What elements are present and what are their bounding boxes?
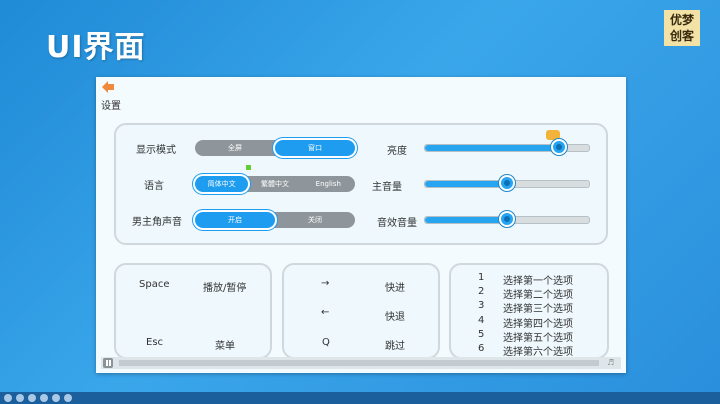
pointer-icon[interactable] xyxy=(40,394,48,402)
settings-label: 设置 xyxy=(101,101,121,112)
mouse-cursor xyxy=(246,165,251,170)
choice-num-6: 6 xyxy=(478,343,485,354)
logo-line-1: 优梦 xyxy=(669,13,694,27)
choice-text-6: 选择第六个选项 xyxy=(503,347,573,358)
keys-panel-left xyxy=(114,263,272,359)
video-progress-track[interactable] xyxy=(119,360,599,366)
male-voice-toggle[interactable]: 开启 关闭 xyxy=(195,212,355,228)
language-traditional[interactable]: 繁體中文 xyxy=(248,176,301,192)
sfx-volume-knob[interactable] xyxy=(499,211,515,227)
volume-icon[interactable]: ♬ xyxy=(607,358,617,368)
key-left: ← xyxy=(321,307,330,318)
language-simplified[interactable]: 简体中文 xyxy=(195,176,249,192)
pen-icon[interactable] xyxy=(28,394,36,402)
slide-title: UI界面 xyxy=(46,30,146,65)
key-right-action: 快进 xyxy=(385,283,405,294)
choice-num-4: 4 xyxy=(478,315,485,326)
sfx-volume-label: 音效音量 xyxy=(377,218,417,229)
zoom-icon[interactable] xyxy=(64,394,72,402)
language-label: 语言 xyxy=(144,181,164,192)
display-mode-fullscreen[interactable]: 全屏 xyxy=(195,140,275,156)
brightness-fill xyxy=(425,145,560,151)
logo: 优梦 创客 xyxy=(664,10,700,46)
male-voice-on[interactable]: 开启 xyxy=(195,212,275,228)
presentation-toolbar xyxy=(0,392,720,404)
sfx-volume-fill xyxy=(425,217,507,223)
male-voice-label: 男主角声音 xyxy=(132,217,182,228)
choice-num-2: 2 xyxy=(478,286,485,297)
choice-text-5: 选择第五个选项 xyxy=(503,333,573,344)
key-right: → xyxy=(321,278,330,289)
keys-panel-middle xyxy=(282,263,440,359)
key-q-action: 跳过 xyxy=(385,341,405,352)
key-esc: Esc xyxy=(146,337,164,348)
key-space: Space xyxy=(139,279,170,290)
pause-icon[interactable] xyxy=(103,358,113,368)
back-arrow-icon[interactable] xyxy=(101,80,115,94)
prev-slide-icon[interactable] xyxy=(4,394,12,402)
sfx-volume-slider[interactable] xyxy=(424,211,590,227)
key-q: Q xyxy=(322,337,330,348)
brightness-label: 亮度 xyxy=(387,146,407,157)
grid-icon[interactable] xyxy=(52,394,60,402)
main-volume-knob[interactable] xyxy=(499,175,515,191)
choice-num-1: 1 xyxy=(478,272,485,283)
choice-text-1: 选择第一个选项 xyxy=(503,276,573,287)
main-volume-slider[interactable] xyxy=(424,175,590,191)
main-volume-label: 主音量 xyxy=(372,182,402,193)
choice-text-3: 选择第三个选项 xyxy=(503,304,573,315)
key-space-action: 播放/暂停 xyxy=(203,283,247,294)
game-screenshot: 设置 显示模式 全屏 窗口 语言 简体中文 繁體中文 English 男主角声音… xyxy=(96,77,626,373)
logo-line-2: 创客 xyxy=(669,29,694,43)
next-slide-icon[interactable] xyxy=(16,394,24,402)
key-left-action: 快退 xyxy=(385,312,405,323)
choice-text-4: 选择第四个选项 xyxy=(503,319,573,330)
key-esc-action: 菜单 xyxy=(215,341,235,352)
choice-num-5: 5 xyxy=(478,329,485,340)
display-mode-label: 显示模式 xyxy=(136,145,176,156)
video-player-bar: ♬ xyxy=(101,357,621,369)
brightness-slider[interactable] xyxy=(424,139,590,155)
main-volume-fill xyxy=(425,181,507,187)
choice-text-2: 选择第二个选项 xyxy=(503,290,573,301)
choice-num-3: 3 xyxy=(478,300,485,311)
